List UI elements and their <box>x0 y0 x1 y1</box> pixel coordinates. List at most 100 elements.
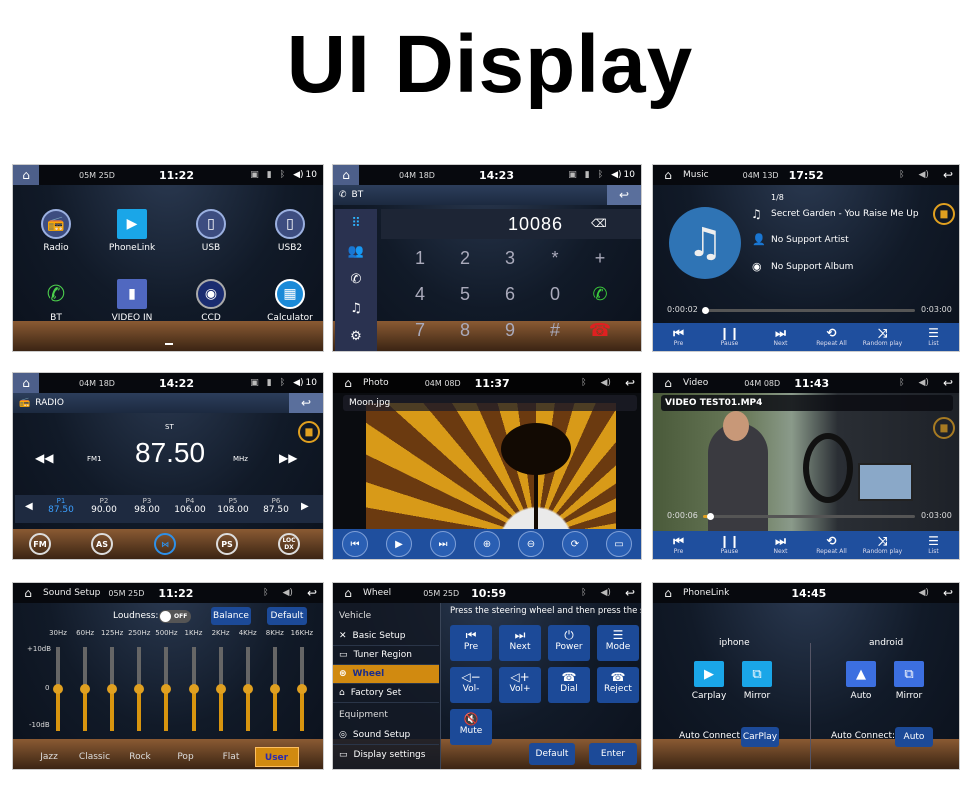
key-star[interactable]: * <box>540 248 570 269</box>
eq-preset-rock[interactable]: Rock <box>118 747 162 767</box>
menu-sound-setup[interactable]: ◎ Sound Setup <box>333 726 439 745</box>
eq-preset-flat[interactable]: Flat <box>209 747 253 767</box>
preset-p5[interactable]: P5 108.00 <box>214 497 252 515</box>
menu-basic-setup[interactable]: ✕ Basic Setup <box>333 627 439 646</box>
next-button[interactable]: ⏭ Next <box>761 327 801 348</box>
rotate-button[interactable]: ⟳ <box>562 531 588 557</box>
presets-prev[interactable]: ◀ <box>25 501 33 512</box>
prev-button[interactable]: ⏮ Pre <box>659 535 699 556</box>
eq-slider-track[interactable] <box>269 647 280 731</box>
eq-slider-knob[interactable] <box>134 684 145 694</box>
eq-preset-user[interactable]: User <box>254 747 299 767</box>
eq-slider-track[interactable] <box>107 647 118 731</box>
preset-p6[interactable]: P6 87.50 <box>257 497 295 515</box>
menu-factory-set[interactable]: ⌂ Factory Set <box>333 684 439 703</box>
wheel-key-dial[interactable]: ☎ Dial <box>548 667 590 703</box>
default-button[interactable]: Default <box>529 743 575 765</box>
enter-button[interactable]: Enter <box>589 743 637 765</box>
shuffle-button[interactable]: ⤨ Random play <box>863 535 903 556</box>
progress-knob[interactable] <box>706 513 714 520</box>
presets-next[interactable]: ▶ <box>301 501 309 512</box>
back-icon[interactable]: ↩ <box>943 586 953 600</box>
home-button[interactable]: ⌂ <box>13 373 39 393</box>
prev-button[interactable]: ⏮ <box>342 531 368 557</box>
key-7[interactable]: 7 <box>405 320 435 341</box>
eq-slider-track[interactable] <box>134 647 145 731</box>
key-9[interactable]: 9 <box>495 320 525 341</box>
ps-button[interactable]: PS <box>216 533 238 555</box>
back-icon[interactable]: ↩ <box>943 376 953 390</box>
eq-slider-track[interactable] <box>53 647 63 731</box>
eq-slider-knob[interactable] <box>53 684 63 694</box>
app-phonelink[interactable]: ▶ PhoneLink <box>97 209 167 253</box>
next-button[interactable]: ⏭ <box>430 531 456 557</box>
eq-slider-knob[interactable] <box>107 684 118 694</box>
eq-slider-knob[interactable] <box>242 684 253 694</box>
eq-slider-knob[interactable] <box>269 684 280 694</box>
progress-bar[interactable] <box>703 513 915 520</box>
music-icon[interactable]: ♫ <box>350 301 362 316</box>
key-2[interactable]: 2 <box>450 248 480 269</box>
home-icon[interactable]: ⌂ <box>333 586 363 600</box>
key-3[interactable]: 3 <box>495 248 525 269</box>
loudness-toggle[interactable]: OFF <box>159 610 191 623</box>
key-6[interactable]: 6 <box>495 284 525 305</box>
hangup-button[interactable]: ☎ <box>585 320 615 341</box>
back-icon[interactable]: ↩ <box>625 586 635 600</box>
eq-slider-track[interactable] <box>296 647 307 731</box>
eq-preset-pop[interactable]: Pop <box>164 747 208 767</box>
fm-button[interactable]: FM <box>29 533 51 555</box>
home-icon[interactable]: ⌂ <box>653 586 683 600</box>
folder-button[interactable]: ▭ <box>606 531 632 557</box>
android-auto-button[interactable]: ▲ Auto <box>841 661 881 701</box>
menu-wheel[interactable]: ⊛ Wheel <box>333 665 439 684</box>
iphone-auto-connect-select[interactable]: CarPlay <box>741 727 779 747</box>
back-icon[interactable]: ↩ <box>307 586 317 600</box>
equalizer-button[interactable]: ▆ <box>933 417 955 439</box>
as-button[interactable]: AS <box>91 533 113 555</box>
shuffle-button[interactable]: ⤨ Random play <box>863 327 903 348</box>
equalizer-button[interactable]: ▆ <box>933 203 955 225</box>
key-5[interactable]: 5 <box>450 284 480 305</box>
seek-forward-button[interactable]: ▶▶ <box>279 451 297 465</box>
call-button[interactable]: ✆ <box>585 284 615 305</box>
home-icon[interactable]: ⌂ <box>653 168 683 182</box>
loc-dx-button[interactable]: LOC DX <box>278 533 300 555</box>
prev-button[interactable]: ⏮ Pre <box>659 327 699 348</box>
wheel-key-pre[interactable]: ⏮ Pre <box>450 625 492 661</box>
wheel-key-mode[interactable]: ☰ Mode <box>597 625 639 661</box>
pause-button[interactable]: ❙❙ Pause <box>710 327 750 348</box>
equalizer-button[interactable]: ▆ <box>298 421 320 443</box>
eq-slider-track[interactable] <box>242 647 253 731</box>
menu-display-settings[interactable]: ▭ Display settings <box>333 745 439 764</box>
scan-button[interactable]: ⋈ <box>154 533 176 555</box>
contacts-icon[interactable]: 👥 <box>348 244 364 259</box>
repeat-button[interactable]: ⟲ Repeat All <box>812 327 852 348</box>
wheel-key-power[interactable]: ⏻ Power <box>548 625 590 661</box>
default-button[interactable]: Default <box>267 607 307 625</box>
key-4[interactable]: 4 <box>405 284 435 305</box>
eq-slider-track[interactable] <box>161 647 172 731</box>
settings-icon[interactable]: ⚙ <box>350 329 362 344</box>
eq-slider-knob[interactable] <box>215 684 226 694</box>
wheel-key-reject[interactable]: ☎ Reject <box>597 667 639 703</box>
eq-preset-jazz[interactable]: Jazz <box>27 747 71 767</box>
eq-slider-track[interactable] <box>188 647 199 731</box>
zoom-in-button[interactable]: ⊕ <box>474 531 500 557</box>
eq-slider-knob[interactable] <box>161 684 172 694</box>
list-button[interactable]: ☰ List <box>914 327 954 348</box>
seek-back-button[interactable]: ◀◀ <box>35 451 53 465</box>
home-icon[interactable]: ⌂ <box>13 586 43 600</box>
dialpad-icon[interactable]: ⠿ <box>351 216 361 231</box>
home-icon[interactable]: ⌂ <box>333 376 363 390</box>
key-plus[interactable]: + <box>585 248 615 269</box>
eq-slider-track[interactable] <box>80 647 91 731</box>
preset-p4[interactable]: P4 106.00 <box>171 497 209 515</box>
app-calculator[interactable]: ▦ Calculator <box>255 279 323 323</box>
wheel-key-vol-down[interactable]: ◁− Vol- <box>450 667 492 703</box>
play-button[interactable]: ▶ <box>386 531 412 557</box>
eq-slider-track[interactable] <box>215 647 226 731</box>
back-button[interactable]: ↩ <box>289 393 323 413</box>
carplay-button[interactable]: ▶ Carplay <box>689 661 729 701</box>
wheel-key-vol-up[interactable]: ◁+ Vol+ <box>499 667 541 703</box>
